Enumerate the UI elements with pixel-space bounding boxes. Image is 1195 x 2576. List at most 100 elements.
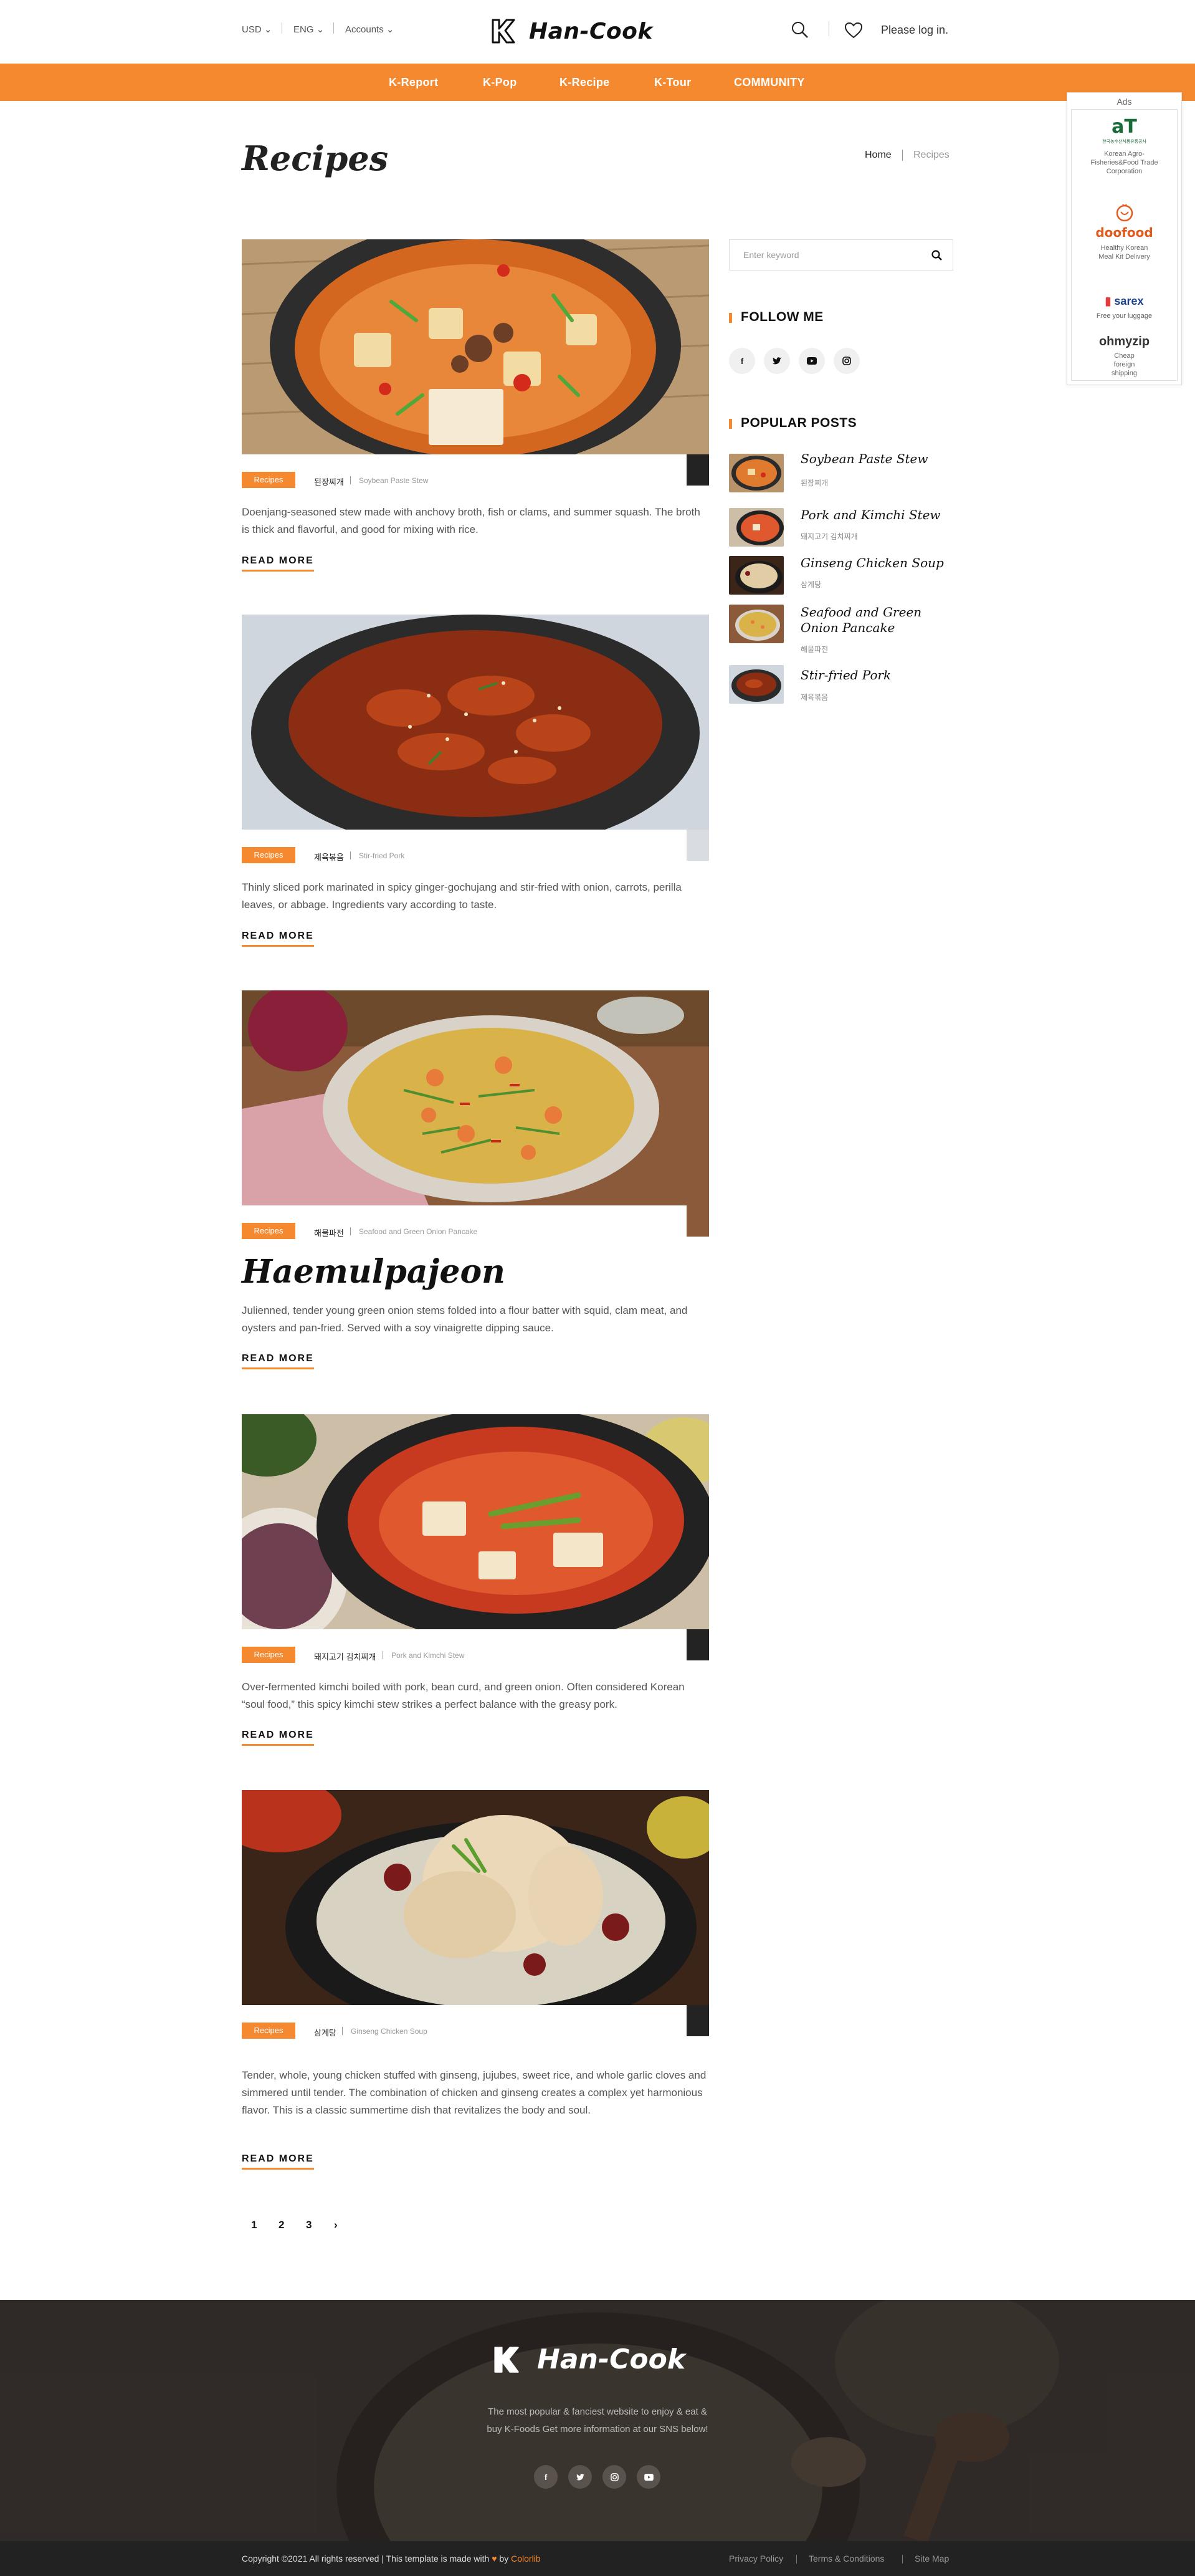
k-logo-icon [492, 19, 515, 44]
ad-caption: Korean Agro-Fisheries&Food Trade Corpora… [1090, 150, 1158, 175]
ad-caption: Free your luggage [1096, 312, 1153, 320]
page-2[interactable]: 2 [279, 2219, 284, 2231]
read-more-link[interactable]: READ MORE [242, 931, 314, 947]
popular-post-title[interactable]: Stir-fried Pork [801, 668, 950, 683]
nav-community[interactable]: COMMUNITY [734, 76, 805, 89]
currency-selector[interactable]: USD ⌄ [242, 24, 272, 35]
terms-link[interactable]: Terms & Conditions [809, 2554, 884, 2564]
post-image-kimchi-stew[interactable] [242, 1414, 709, 1629]
tag-english: Stir-fried Pork [359, 851, 405, 860]
tag-korean: 삼계탕 [314, 2028, 336, 2037]
divider [796, 2555, 797, 2564]
language-selector[interactable]: ENG ⌄ [293, 24, 324, 35]
tag-english: Ginseng Chicken Soup [351, 2027, 427, 2036]
doofood-icon [1116, 204, 1133, 222]
tag-korean: 제육볶음 [314, 853, 344, 862]
youtube-icon[interactable] [799, 348, 825, 374]
nav-k-report[interactable]: K-Report [389, 76, 438, 89]
popular-post-thumb[interactable] [729, 665, 784, 704]
nav-k-tour[interactable]: K-Tour [654, 76, 691, 89]
read-more-link[interactable]: READ MORE [242, 2153, 314, 2170]
popular-post-subtitle: 제육볶음 [801, 693, 829, 702]
popular-post-title[interactable]: Soybean Paste Stew [801, 451, 950, 467]
popular-post-title[interactable]: Ginseng Chicken Soup [801, 555, 950, 571]
nav-k-recipe[interactable]: K-Recipe [559, 76, 609, 89]
search-icon[interactable] [931, 250, 943, 261]
category-badge[interactable]: Recipes [242, 472, 295, 488]
breadcrumb-home[interactable]: Home [865, 150, 892, 161]
ad-at[interactable]: aT 한국농수산식품유통공사 Korean Agro-Fisheries&Foo… [1072, 117, 1177, 176]
post-image-ginseng-chicken-soup[interactable] [242, 1790, 709, 2005]
instagram-icon[interactable] [834, 348, 860, 374]
popular-post-thumb[interactable] [729, 556, 784, 595]
copyright-by: by [499, 2554, 509, 2564]
read-more-link[interactable]: READ MORE [242, 555, 314, 572]
brand-name: Han-Cook [529, 18, 653, 44]
nav-k-pop[interactable]: K-Pop [483, 76, 517, 89]
ad-ohmyzip[interactable]: ohmyzip Cheap foreign shipping [1072, 334, 1177, 378]
divider [333, 22, 334, 34]
page-3[interactable]: 3 [306, 2219, 312, 2231]
twitter-icon[interactable] [568, 2465, 592, 2489]
footer-brand[interactable]: Han-Cook [491, 2344, 685, 2375]
divider [902, 2555, 903, 2564]
post-image-seafood-pancake[interactable] [242, 990, 709, 1205]
popular-post-subtitle: 된장찌개 [801, 479, 829, 487]
ohmyzip-logo: ohmyzip [1098, 335, 1150, 348]
search-icon[interactable] [791, 21, 809, 42]
popular-post-title[interactable]: Seafood and Green Onion Pancake [801, 605, 950, 636]
main-nav: K-Report K-Pop K-Recipe K-Tour COMMUNITY [0, 64, 1195, 101]
follow-me-title: FOLLOW ME [741, 310, 824, 324]
popular-post-title[interactable]: Pork and Kimchi Stew [801, 507, 950, 523]
post-heading[interactable]: Haemulpajeon [242, 1253, 505, 1291]
section-marker [729, 313, 732, 323]
colorlib-link[interactable]: Colorlib [511, 2554, 540, 2564]
tag-english: Seafood and Green Onion Pancake [359, 1227, 478, 1236]
category-badge[interactable]: Recipes [242, 1223, 295, 1239]
privacy-policy-link[interactable]: Privacy Policy [729, 2554, 783, 2564]
site-map-link[interactable]: Site Map [915, 2554, 949, 2564]
post-description: Tender, whole, young chicken stuffed wit… [242, 2069, 707, 2116]
youtube-icon[interactable] [637, 2465, 660, 2489]
ad-doofood[interactable]: doofood Healthy Korean Meal Kit Delivery [1072, 203, 1177, 261]
facebook-icon[interactable]: f [534, 2465, 558, 2489]
post-image-stir-fried-pork[interactable] [242, 615, 709, 830]
read-more-link[interactable]: READ MORE [242, 1730, 314, 1746]
ad-sarex[interactable]: ▮ sarex Free your luggage [1072, 294, 1177, 320]
tag-korean: 된장찌개 [314, 477, 344, 487]
post-description: Julienned, tender young green onion stem… [242, 1305, 688, 1334]
read-more-link[interactable]: READ MORE [242, 1353, 314, 1369]
heart-icon[interactable] [844, 22, 863, 42]
next-page-icon[interactable]: › [334, 2219, 338, 2231]
category-badge[interactable]: Recipes [242, 1647, 295, 1663]
chevron-down-icon: ⌄ [386, 24, 394, 35]
ad-caption: Healthy Korean Meal Kit Delivery [1098, 244, 1150, 261]
copyright-text: Copyright ©2021 All rights reserved | Th… [242, 2554, 490, 2564]
chevron-down-icon: ⌄ [316, 24, 325, 35]
copyright: Copyright ©2021 All rights reserved | Th… [242, 2554, 541, 2564]
popular-post-thumb[interactable] [729, 508, 784, 547]
popular-post-thumb[interactable] [729, 454, 784, 492]
twitter-icon[interactable] [764, 348, 790, 374]
ad-caption: Cheap foreign shipping [1112, 352, 1137, 377]
category-badge[interactable]: Recipes [242, 847, 295, 863]
category-badge[interactable]: Recipes [242, 2023, 295, 2039]
page-1[interactable]: 1 [251, 2219, 257, 2231]
instagram-icon[interactable] [602, 2465, 626, 2489]
breadcrumb-divider [902, 150, 903, 161]
page-title: Recipes [242, 138, 389, 178]
divider [350, 476, 351, 484]
post-image-soybean-stew[interactable] [242, 239, 709, 454]
accounts-label: Accounts [345, 24, 384, 35]
login-link[interactable]: Please log in. [881, 24, 948, 37]
image-strip [687, 454, 709, 486]
accounts-selector[interactable]: Accounts ⌄ [345, 24, 394, 35]
popular-posts-title: POPULAR POSTS [741, 416, 857, 430]
brand-logo[interactable]: Han-Cook [489, 15, 653, 47]
facebook-icon[interactable]: f [729, 348, 755, 374]
popular-post-thumb[interactable] [729, 605, 784, 643]
search-placeholder: Enter keyword [743, 250, 799, 260]
search-input[interactable]: Enter keyword [729, 239, 953, 271]
ads-title: Ads [1116, 97, 1132, 107]
post-description: Doenjang-seasoned stew made with anchovy… [242, 506, 700, 535]
